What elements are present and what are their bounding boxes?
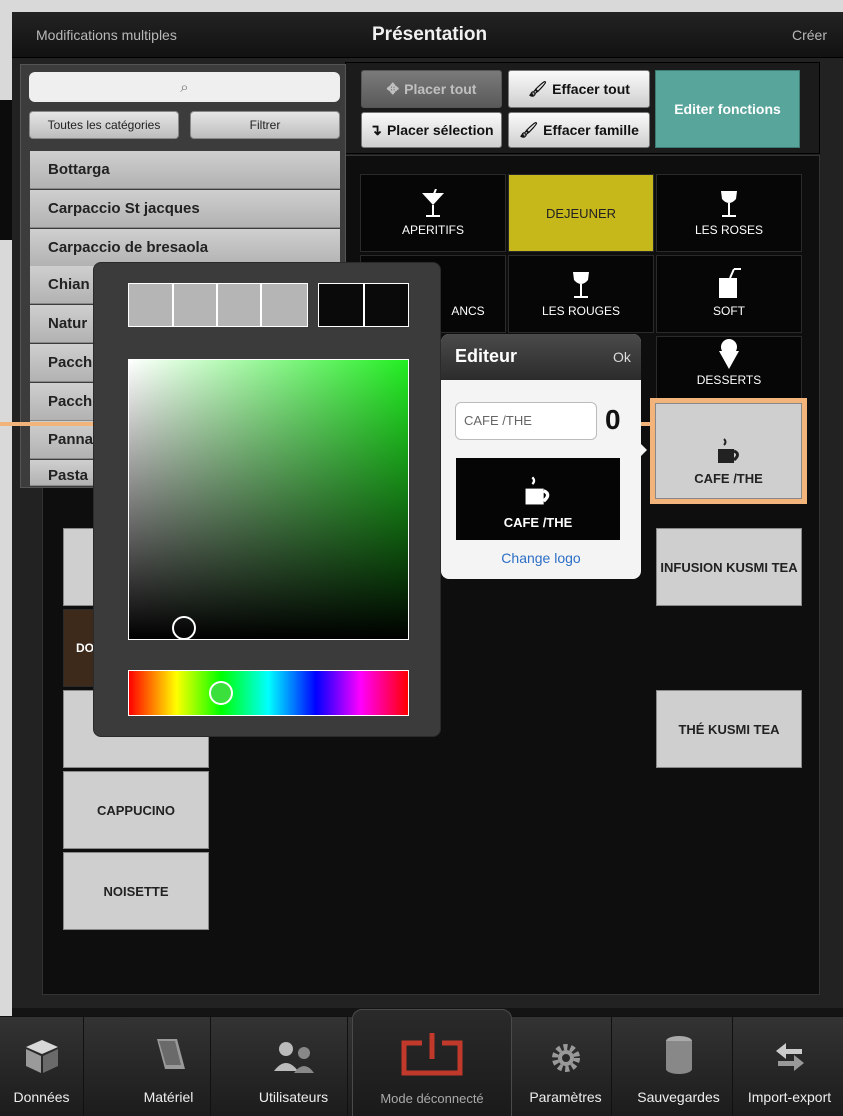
tile-label: SOFT (713, 304, 745, 318)
tab-label: Import-export (747, 1089, 832, 1105)
tab-label: Mode déconnecté (380, 1091, 484, 1106)
tile-noisette[interactable]: NOISETTE (63, 852, 209, 930)
edit-functions-button[interactable]: Editer fonctions (655, 70, 800, 148)
users-icon (273, 1042, 314, 1073)
tab-label: Sauvegardes (637, 1089, 720, 1105)
tile-name-field[interactable]: CAFE /THE (455, 402, 597, 440)
hue-handle[interactable] (209, 681, 233, 705)
power-icon (401, 1033, 463, 1076)
editor-ok-button[interactable]: Ok (613, 349, 631, 365)
terminal-icon (156, 1039, 185, 1069)
tab-utilisateurs[interactable]: Utilisateurs (240, 1017, 348, 1116)
tile-infusion-kusmi-tea[interactable]: INFUSION KUSMI TEA (656, 528, 802, 606)
wine-glass-icon (721, 191, 737, 217)
recent-color-swatch[interactable] (261, 283, 308, 327)
tile-label: NOISETTE (103, 883, 169, 899)
bottom-tab-bar: Données Matériel Utilisateurs Mode décon… (0, 1009, 843, 1116)
list-item[interactable]: Carpaccio St jacques (30, 190, 340, 228)
collapse-arrows-icon: ✥ (386, 81, 400, 98)
create-button[interactable]: Créer (792, 12, 827, 58)
broom-icon: 🖌 (519, 122, 539, 139)
tile-aperitifs[interactable]: APERITIFS (360, 174, 506, 252)
tile-label: CAFE /THE (694, 471, 763, 486)
recent-color-swatch[interactable] (128, 283, 173, 327)
clear-all-label: Effacer tout (552, 81, 630, 97)
tile-the-kusmi-tea[interactable]: THÉ KUSMI TEA (656, 690, 802, 768)
selected-color-swatch[interactable] (318, 283, 364, 327)
ice-cream-icon (719, 339, 739, 369)
tab-label: Utilisateurs (258, 1089, 329, 1105)
tab-mode-deconnecte[interactable]: Mode déconnecté (352, 1009, 512, 1116)
tile-label: DESSERTS (696, 373, 762, 387)
saturation-value-handle[interactable] (172, 616, 196, 640)
tile-label: APERITIFS (401, 223, 464, 237)
editor-popover: Editeur Ok CAFE /THE 0 CAFE /THE Change … (441, 334, 641, 579)
preview-label: CAFE /THE (503, 515, 573, 530)
tab-label: Paramètres (529, 1089, 602, 1105)
clear-family-label: Effacer famille (543, 122, 639, 138)
tile-les-rouges[interactable]: LES ROUGES (508, 255, 654, 333)
frame-edge-left-dark (0, 100, 12, 240)
original-color-swatch[interactable] (364, 283, 409, 327)
tile-label: DO (76, 641, 94, 655)
tile-label: INFUSION KUSMI TEA (660, 559, 798, 575)
tile-label: CAPPUCINO (96, 802, 175, 818)
cube-icon (25, 1040, 58, 1073)
search-input[interactable]: ⌕ (29, 72, 340, 102)
coffee-cup-icon (717, 438, 739, 463)
frame-edge-top (0, 0, 843, 12)
tile-les-roses[interactable]: LES ROSES (656, 174, 802, 252)
arrows-icon (775, 1043, 804, 1071)
color-picker (93, 262, 441, 737)
place-selection-label: Placer sélection (386, 122, 494, 138)
list-item[interactable]: Bottarga (30, 151, 340, 189)
tab-label: Matériel (143, 1089, 194, 1105)
database-icon (665, 1036, 692, 1074)
broom-icon: 🖌 (528, 81, 548, 98)
wine-glass-icon (573, 272, 589, 298)
tile-dejeuner[interactable]: DEJEUNER (508, 174, 654, 252)
soft-drink-icon (719, 268, 741, 298)
tab-donnees[interactable]: Données (0, 1017, 84, 1116)
gear-icon (551, 1044, 580, 1072)
tab-import-export[interactable]: Import-export (736, 1017, 843, 1116)
tile-label: DEJEUNER (545, 205, 617, 221)
tile-label: ANCS (451, 304, 485, 318)
turn-down-arrow-icon: ↴ (369, 122, 382, 139)
tile-soft[interactable]: SOFT (656, 255, 802, 333)
hue-slider[interactable] (128, 670, 409, 716)
change-logo-link[interactable]: Change logo (441, 550, 641, 566)
tab-parametres[interactable]: Paramètres (520, 1017, 612, 1116)
tile-label: LES ROUGES (541, 304, 621, 318)
clear-all-button[interactable]: 🖌 Effacer tout (508, 70, 650, 108)
tile-label: THÉ KUSMI TEA (678, 721, 780, 737)
tile-preview: CAFE /THE (456, 458, 620, 540)
tile-number: 0 (605, 404, 621, 435)
tab-sauvegardes[interactable]: Sauvegardes (625, 1017, 733, 1116)
top-nav-bar: Modifications multiples Présentation Cré… (12, 12, 843, 58)
place-all-label: Placer tout (404, 81, 477, 97)
saturation-value-picker[interactable] (128, 359, 409, 640)
tile-cafe-the[interactable]: CAFE /THE (655, 403, 802, 499)
tile-desserts[interactable]: DESSERTS (656, 336, 802, 402)
recent-color-swatch[interactable] (173, 283, 217, 327)
popover-arrow (637, 440, 647, 460)
tile-cappucino[interactable]: CAPPUCINO (63, 771, 209, 849)
cocktail-icon (422, 189, 444, 217)
tab-label: Données (13, 1089, 70, 1105)
filter-button[interactable]: Filtrer (190, 111, 340, 139)
search-icon: ⌕ (180, 78, 189, 96)
tab-materiel[interactable]: Matériel (127, 1017, 211, 1116)
page-title: Présentation (372, 24, 488, 45)
all-categories-button[interactable]: Toutes les catégories (29, 111, 179, 139)
coffee-cup-icon (525, 476, 550, 505)
recent-color-swatch[interactable] (217, 283, 261, 327)
place-selection-button[interactable]: ↴ Placer sélection (361, 112, 502, 148)
place-all-button[interactable]: ✥ Placer tout (361, 70, 502, 108)
editor-title: Editeur (455, 346, 518, 366)
tile-label: LES ROSES (694, 223, 764, 237)
selection-highlight: CAFE /THE (650, 398, 807, 504)
clear-family-button[interactable]: 🖌 Effacer famille (508, 112, 650, 148)
multi-edit-button[interactable]: Modifications multiples (36, 12, 177, 58)
